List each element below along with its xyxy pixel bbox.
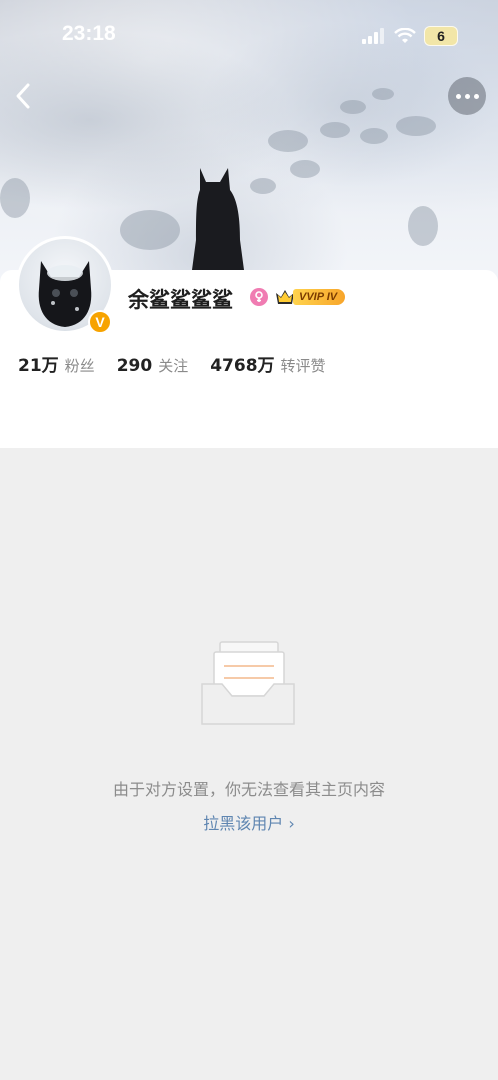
female-icon <box>250 288 268 306</box>
stat-value: 4768万 <box>210 356 275 376</box>
stat-value: 290 <box>116 356 153 376</box>
block-user-link[interactable]: 拉黑该用户 › <box>0 810 498 834</box>
verified-badge: V <box>88 310 112 334</box>
status-time: 23:18 <box>62 22 116 45</box>
stat-interactions[interactable]: 4768万 转评赞 <box>210 351 325 376</box>
signal-icon <box>362 28 384 44</box>
cat-silhouette <box>192 168 244 270</box>
stat-value: 21万 <box>18 356 59 376</box>
battery-icon: 6 <box>424 26 458 46</box>
username: 余鲨鲨鲨鲨 <box>128 288 233 312</box>
more-button[interactable] <box>448 77 486 115</box>
empty-inbox-icon <box>201 641 295 725</box>
back-arrow-icon[interactable] <box>10 80 40 112</box>
stat-label: 关注 <box>158 357 189 375</box>
stats-row: 21万 粉丝 290 关注 4768万 转评赞 <box>18 351 348 376</box>
status-icons: 6 <box>362 26 458 46</box>
vip-label: VVIP IV <box>293 288 346 305</box>
stat-followers[interactable]: 21万 粉丝 <box>18 351 95 376</box>
empty-state-message: 由于对方设置，你无法查看其主页内容 <box>112 780 385 799</box>
stat-following[interactable]: 290 关注 <box>117 355 189 376</box>
stat-label: 转评赞 <box>280 357 326 375</box>
more-dots-icon <box>455 93 461 99</box>
vip-badge[interactable]: VVIP IV <box>274 287 346 306</box>
stat-label: 粉丝 <box>64 357 95 375</box>
wifi-icon <box>394 28 416 43</box>
